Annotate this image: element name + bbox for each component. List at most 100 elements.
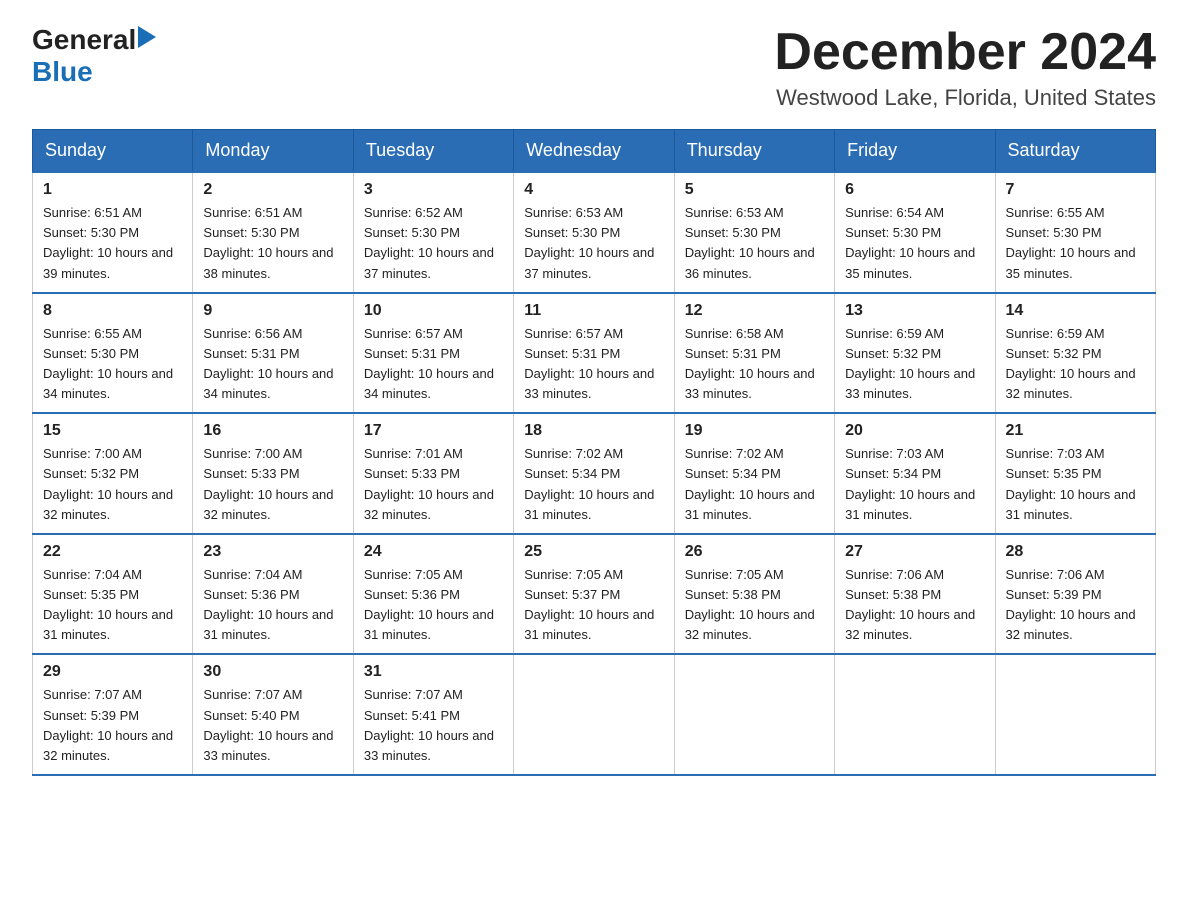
day-info: Sunrise: 6:53 AMSunset: 5:30 PMDaylight:… xyxy=(524,205,654,280)
day-number: 16 xyxy=(203,422,342,440)
day-info: Sunrise: 7:02 AMSunset: 5:34 PMDaylight:… xyxy=(524,446,654,521)
calendar-cell: 5 Sunrise: 6:53 AMSunset: 5:30 PMDayligh… xyxy=(674,172,834,293)
calendar-cell: 9 Sunrise: 6:56 AMSunset: 5:31 PMDayligh… xyxy=(193,293,353,414)
weekday-header-saturday: Saturday xyxy=(995,130,1155,173)
logo: General Blue xyxy=(32,24,156,88)
day-number: 26 xyxy=(685,543,824,561)
day-info: Sunrise: 6:57 AMSunset: 5:31 PMDaylight:… xyxy=(524,326,654,401)
weekday-header-thursday: Thursday xyxy=(674,130,834,173)
calendar-cell: 10 Sunrise: 6:57 AMSunset: 5:31 PMDaylig… xyxy=(353,293,513,414)
day-number: 4 xyxy=(524,181,663,199)
calendar-cell: 18 Sunrise: 7:02 AMSunset: 5:34 PMDaylig… xyxy=(514,413,674,534)
day-number: 19 xyxy=(685,422,824,440)
calendar-table: SundayMondayTuesdayWednesdayThursdayFrid… xyxy=(32,129,1156,776)
day-info: Sunrise: 7:05 AMSunset: 5:37 PMDaylight:… xyxy=(524,567,654,642)
calendar-cell xyxy=(674,654,834,775)
day-info: Sunrise: 7:01 AMSunset: 5:33 PMDaylight:… xyxy=(364,446,494,521)
day-info: Sunrise: 7:06 AMSunset: 5:38 PMDaylight:… xyxy=(845,567,975,642)
day-info: Sunrise: 6:55 AMSunset: 5:30 PMDaylight:… xyxy=(1006,205,1136,280)
calendar-cell: 12 Sunrise: 6:58 AMSunset: 5:31 PMDaylig… xyxy=(674,293,834,414)
day-info: Sunrise: 6:57 AMSunset: 5:31 PMDaylight:… xyxy=(364,326,494,401)
day-info: Sunrise: 7:04 AMSunset: 5:35 PMDaylight:… xyxy=(43,567,173,642)
calendar-cell: 4 Sunrise: 6:53 AMSunset: 5:30 PMDayligh… xyxy=(514,172,674,293)
calendar-cell: 22 Sunrise: 7:04 AMSunset: 5:35 PMDaylig… xyxy=(33,534,193,655)
day-info: Sunrise: 7:05 AMSunset: 5:36 PMDaylight:… xyxy=(364,567,494,642)
calendar-cell: 17 Sunrise: 7:01 AMSunset: 5:33 PMDaylig… xyxy=(353,413,513,534)
day-info: Sunrise: 6:52 AMSunset: 5:30 PMDaylight:… xyxy=(364,205,494,280)
calendar-cell: 15 Sunrise: 7:00 AMSunset: 5:32 PMDaylig… xyxy=(33,413,193,534)
day-info: Sunrise: 6:54 AMSunset: 5:30 PMDaylight:… xyxy=(845,205,975,280)
day-number: 1 xyxy=(43,181,182,199)
calendar-cell: 1 Sunrise: 6:51 AMSunset: 5:30 PMDayligh… xyxy=(33,172,193,293)
calendar-cell: 19 Sunrise: 7:02 AMSunset: 5:34 PMDaylig… xyxy=(674,413,834,534)
day-number: 21 xyxy=(1006,422,1145,440)
day-info: Sunrise: 6:56 AMSunset: 5:31 PMDaylight:… xyxy=(203,326,333,401)
day-number: 23 xyxy=(203,543,342,561)
day-info: Sunrise: 7:07 AMSunset: 5:39 PMDaylight:… xyxy=(43,687,173,762)
day-number: 22 xyxy=(43,543,182,561)
calendar-cell: 26 Sunrise: 7:05 AMSunset: 5:38 PMDaylig… xyxy=(674,534,834,655)
day-number: 3 xyxy=(364,181,503,199)
day-number: 30 xyxy=(203,663,342,681)
calendar-cell xyxy=(995,654,1155,775)
weekday-header-sunday: Sunday xyxy=(33,130,193,173)
day-info: Sunrise: 7:02 AMSunset: 5:34 PMDaylight:… xyxy=(685,446,815,521)
day-info: Sunrise: 7:05 AMSunset: 5:38 PMDaylight:… xyxy=(685,567,815,642)
calendar-cell: 28 Sunrise: 7:06 AMSunset: 5:39 PMDaylig… xyxy=(995,534,1155,655)
calendar-cell: 31 Sunrise: 7:07 AMSunset: 5:41 PMDaylig… xyxy=(353,654,513,775)
title-area: December 2024 Westwood Lake, Florida, Un… xyxy=(774,24,1156,111)
day-info: Sunrise: 6:58 AMSunset: 5:31 PMDaylight:… xyxy=(685,326,815,401)
weekday-header-monday: Monday xyxy=(193,130,353,173)
day-info: Sunrise: 6:51 AMSunset: 5:30 PMDaylight:… xyxy=(203,205,333,280)
day-number: 9 xyxy=(203,302,342,320)
calendar-week-row: 1 Sunrise: 6:51 AMSunset: 5:30 PMDayligh… xyxy=(33,172,1156,293)
weekday-header-row: SundayMondayTuesdayWednesdayThursdayFrid… xyxy=(33,130,1156,173)
day-number: 7 xyxy=(1006,181,1145,199)
day-info: Sunrise: 6:51 AMSunset: 5:30 PMDaylight:… xyxy=(43,205,173,280)
calendar-cell: 14 Sunrise: 6:59 AMSunset: 5:32 PMDaylig… xyxy=(995,293,1155,414)
calendar-cell: 11 Sunrise: 6:57 AMSunset: 5:31 PMDaylig… xyxy=(514,293,674,414)
month-title: December 2024 xyxy=(774,24,1156,81)
calendar-cell xyxy=(835,654,995,775)
header: General Blue December 2024 Westwood Lake… xyxy=(32,24,1156,111)
day-number: 15 xyxy=(43,422,182,440)
calendar-cell: 3 Sunrise: 6:52 AMSunset: 5:30 PMDayligh… xyxy=(353,172,513,293)
calendar-cell: 23 Sunrise: 7:04 AMSunset: 5:36 PMDaylig… xyxy=(193,534,353,655)
day-info: Sunrise: 7:07 AMSunset: 5:41 PMDaylight:… xyxy=(364,687,494,762)
day-info: Sunrise: 7:06 AMSunset: 5:39 PMDaylight:… xyxy=(1006,567,1136,642)
day-number: 20 xyxy=(845,422,984,440)
day-info: Sunrise: 6:53 AMSunset: 5:30 PMDaylight:… xyxy=(685,205,815,280)
calendar-cell: 7 Sunrise: 6:55 AMSunset: 5:30 PMDayligh… xyxy=(995,172,1155,293)
calendar-cell: 8 Sunrise: 6:55 AMSunset: 5:30 PMDayligh… xyxy=(33,293,193,414)
weekday-header-tuesday: Tuesday xyxy=(353,130,513,173)
day-number: 14 xyxy=(1006,302,1145,320)
day-info: Sunrise: 7:00 AMSunset: 5:32 PMDaylight:… xyxy=(43,446,173,521)
calendar-cell: 27 Sunrise: 7:06 AMSunset: 5:38 PMDaylig… xyxy=(835,534,995,655)
weekday-header-wednesday: Wednesday xyxy=(514,130,674,173)
day-number: 18 xyxy=(524,422,663,440)
day-info: Sunrise: 7:00 AMSunset: 5:33 PMDaylight:… xyxy=(203,446,333,521)
day-info: Sunrise: 7:07 AMSunset: 5:40 PMDaylight:… xyxy=(203,687,333,762)
calendar-cell: 20 Sunrise: 7:03 AMSunset: 5:34 PMDaylig… xyxy=(835,413,995,534)
day-number: 27 xyxy=(845,543,984,561)
day-number: 13 xyxy=(845,302,984,320)
calendar-cell: 30 Sunrise: 7:07 AMSunset: 5:40 PMDaylig… xyxy=(193,654,353,775)
day-number: 5 xyxy=(685,181,824,199)
day-info: Sunrise: 7:03 AMSunset: 5:35 PMDaylight:… xyxy=(1006,446,1136,521)
calendar-cell xyxy=(514,654,674,775)
day-number: 2 xyxy=(203,181,342,199)
day-number: 17 xyxy=(364,422,503,440)
day-info: Sunrise: 7:03 AMSunset: 5:34 PMDaylight:… xyxy=(845,446,975,521)
calendar-cell: 29 Sunrise: 7:07 AMSunset: 5:39 PMDaylig… xyxy=(33,654,193,775)
day-info: Sunrise: 6:59 AMSunset: 5:32 PMDaylight:… xyxy=(1006,326,1136,401)
day-info: Sunrise: 6:59 AMSunset: 5:32 PMDaylight:… xyxy=(845,326,975,401)
day-number: 11 xyxy=(524,302,663,320)
calendar-cell: 21 Sunrise: 7:03 AMSunset: 5:35 PMDaylig… xyxy=(995,413,1155,534)
calendar-cell: 2 Sunrise: 6:51 AMSunset: 5:30 PMDayligh… xyxy=(193,172,353,293)
day-number: 24 xyxy=(364,543,503,561)
logo-arrow-icon xyxy=(138,26,156,48)
calendar-week-row: 29 Sunrise: 7:07 AMSunset: 5:39 PMDaylig… xyxy=(33,654,1156,775)
logo-general-text: General xyxy=(32,24,136,56)
day-number: 31 xyxy=(364,663,503,681)
calendar-week-row: 15 Sunrise: 7:00 AMSunset: 5:32 PMDaylig… xyxy=(33,413,1156,534)
